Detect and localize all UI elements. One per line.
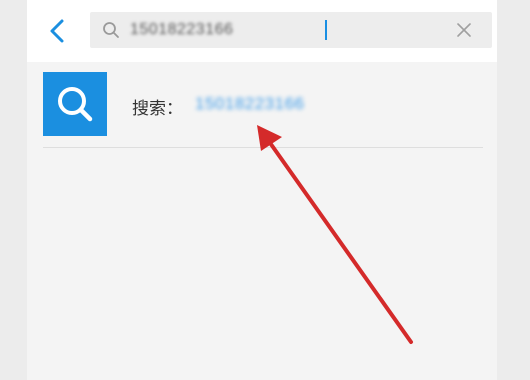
result-label: 搜索： <box>132 99 183 119</box>
search-input[interactable] <box>130 18 450 42</box>
chevron-left-icon <box>50 19 64 43</box>
text-cursor <box>325 20 327 40</box>
search-header <box>27 0 497 62</box>
search-result-item[interactable]: 搜索： 15018223166 <box>43 72 483 148</box>
back-button[interactable] <box>41 14 75 48</box>
result-search-tile <box>43 72 107 136</box>
search-icon <box>58 87 93 122</box>
result-phone-number: 15018223166 <box>195 94 305 113</box>
search-icon <box>103 22 119 38</box>
phone-screen: 搜索： 15018223166 <box>27 0 497 380</box>
search-bar[interactable] <box>90 12 492 48</box>
close-icon[interactable] <box>454 20 474 40</box>
